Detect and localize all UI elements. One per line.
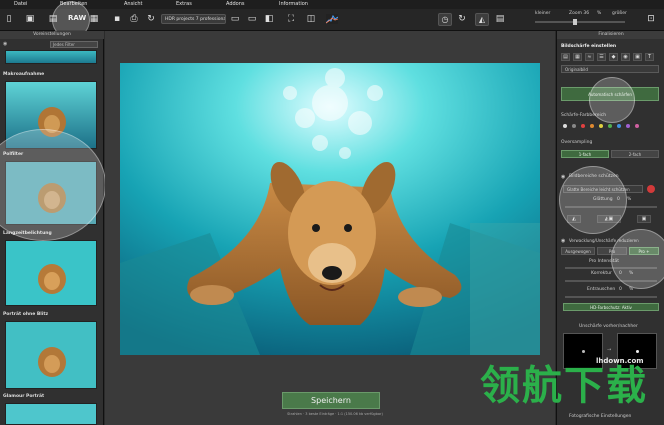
denoise-balanced-button[interactable]: Ausgewogen [561,247,595,255]
preset-label-portrait: Porträt ohne Blitz [3,312,49,317]
denoise-toggle-icon[interactable]: ◉ [561,238,565,244]
zoom-slider[interactable] [535,19,625,25]
preset-thumb-glamour[interactable] [5,403,97,425]
finalize-header: Finalisieren [557,31,664,39]
layers-icon[interactable]: ▭ [229,13,241,25]
korrektur-label: Korrektur [591,271,612,276]
preset-thumb-langzeit[interactable] [5,240,97,306]
preset-project-select[interactable]: HDR projects 7 professional [161,14,226,24]
entrauschen-slider[interactable] [565,296,657,298]
flip-icon[interactable]: ▤ [494,13,506,25]
entrauschen-value: 0 [619,287,622,292]
preset-label-glamour: Glamour Porträt [3,394,45,399]
protect-info-icon[interactable] [647,185,655,193]
entrauschen-label: Entrauschen [587,287,616,292]
preset-filter-select[interactable]: Jedes Filter [50,41,98,48]
tab-icon-1[interactable]: ▤ [561,53,570,61]
highlight-circle-protect [559,166,627,234]
zoom-right-label: größer [612,11,627,16]
presets-panel: Voreinstellungen ◉ Jedes Filter Makroauf… [0,31,106,425]
mask-camera-icon[interactable]: ▣ [637,215,651,223]
tab-icon-vignette[interactable]: ◉ [621,53,630,61]
zoom-unit: % [597,11,602,16]
color-swatches [563,124,659,129]
history-icon[interactable]: ◷ [438,13,452,26]
zoom-left-label: kleiner [535,11,551,16]
swatch-purple[interactable] [626,124,630,128]
presets-header: Voreinstellungen [0,31,104,39]
compare-icon[interactable]: ◫ [305,13,317,25]
print-icon[interactable]: ⎙ [128,13,140,25]
save-button[interactable]: Speichern [282,392,380,409]
oversampling-1fach-button[interactable]: 1-fach [561,150,609,158]
new-file-icon[interactable]: ▯ [3,13,15,25]
watermark-cn-text: 领航下载 [480,363,648,409]
menu-information[interactable]: Information [279,1,308,7]
zoom-slider-handle[interactable] [573,19,577,25]
preset-thumb-portrait[interactable] [5,321,97,389]
eye-icon[interactable]: ◉ [3,41,7,47]
watermark-url: lhdown.com [596,357,644,365]
open-image-icon[interactable]: ▣ [24,13,36,25]
main-photo[interactable] [120,63,540,355]
fullscreen-icon[interactable]: ⛶ [285,13,297,25]
section-title: Bildschärfe einstellen [561,44,617,49]
oversampling-label: Oversampling [561,140,593,145]
status-line: Strahlen · 3 beste Einträge · 1:1 (150.0… [287,412,383,416]
toolbar: ▯ ▣ ▤ RAW ▦ ▪ ⎙ ↻ HDR projects 7 profess… [0,1,664,39]
swatch-gray[interactable] [572,124,576,128]
arrow-icon: → [607,347,612,353]
swatch-yellow[interactable] [599,124,603,128]
menu-ansicht[interactable]: Ansicht [124,1,142,7]
original-select[interactable]: Originalbild [561,65,659,73]
tab-icon-frame[interactable]: ▣ [633,53,642,61]
menu-extras[interactable]: Extras [176,1,192,7]
crop-icon[interactable]: ⊡ [645,13,657,25]
mirror-icon[interactable]: ◭ [475,13,489,26]
tab-icon-drop[interactable]: ◆ [609,53,618,61]
rotate-icon[interactable]: ↻ [456,13,468,25]
save-icon[interactable]: ▪ [111,13,123,25]
preset-thumb-top[interactable] [5,50,97,64]
hd-color-protection-button[interactable]: HD-Farbschutz: Aktiv [563,303,659,311]
highlight-circle-auto [589,77,635,123]
compare-label: Unschärfe vorher/nachher [579,324,638,329]
menu-bar: Datei Bearbeiten Ansicht Extras Addons I… [0,0,664,9]
menu-addons[interactable]: Addons [226,1,245,7]
oversampling-2fach-button[interactable]: 2-fach [611,150,659,158]
smoothing-unit: % [627,197,632,202]
swatch-orange[interactable] [590,124,594,128]
histogram-icon[interactable] [326,13,338,25]
swatch-green[interactable] [608,124,612,128]
layers-alt-icon[interactable]: ▭ [246,13,258,25]
swatch-red[interactable] [581,124,585,128]
tab-icon-wave[interactable]: ≈ [585,53,594,61]
highlight-circle-denoise [611,229,664,289]
menu-datei[interactable]: Datei [14,1,27,7]
tab-icon-sharpen[interactable]: ▦ [573,53,582,61]
preset-label-makro: Makroaufnahme [3,72,45,77]
swatch-blue[interactable] [617,124,621,128]
swatch-pink[interactable] [635,124,639,128]
tab-icon-lines[interactable]: ☰ [597,53,606,61]
swatch-all[interactable] [563,124,567,128]
tab-icon-text[interactable]: T [645,53,654,61]
watermark: 领航下载 lhdown.com [478,357,664,425]
split-icon[interactable]: ◧ [263,13,275,25]
zoom-label: Zoom 36 [569,11,590,16]
refresh-icon[interactable]: ↻ [145,13,157,25]
